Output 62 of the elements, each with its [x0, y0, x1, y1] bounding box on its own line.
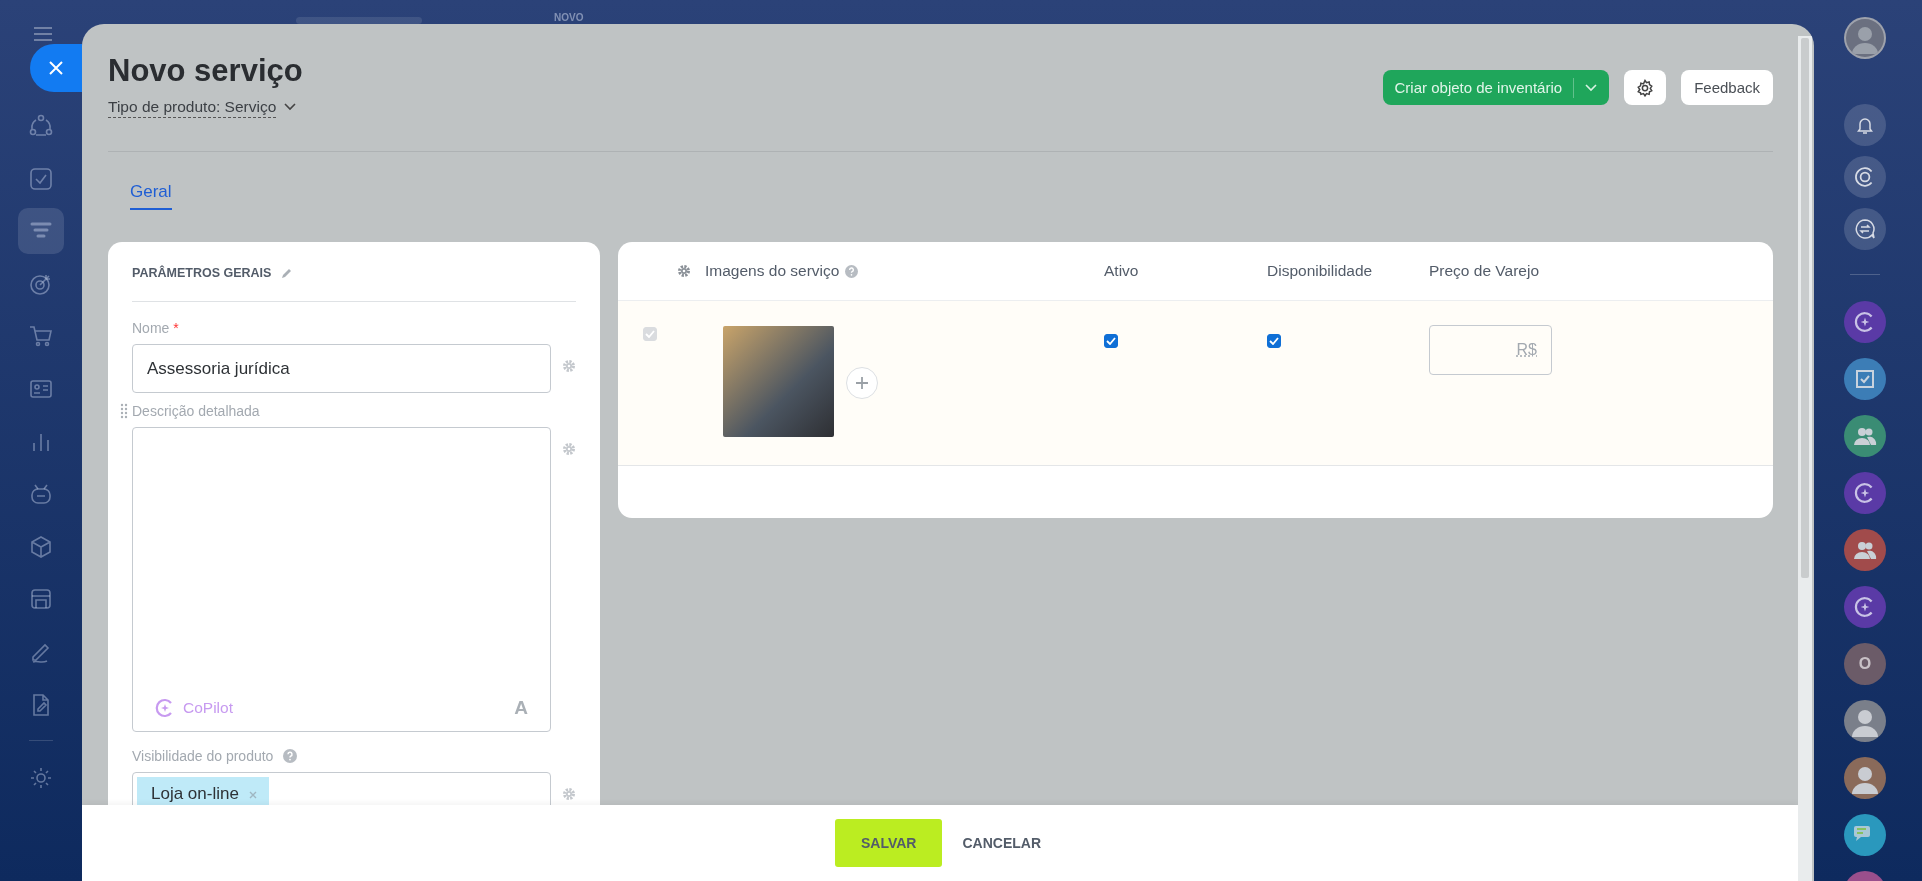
column-header: Ativo: [1104, 262, 1139, 280]
chat-avatar[interactable]: [1844, 358, 1886, 400]
field-label: Visibilidade do produto: [132, 748, 274, 764]
settings-icon[interactable]: [677, 264, 691, 278]
bell-icon: [1855, 115, 1875, 135]
box-icon: [28, 533, 54, 560]
remove-icon[interactable]: [248, 791, 257, 799]
settings-icon: [1636, 78, 1655, 97]
notifications-button[interactable]: [1844, 104, 1886, 146]
close-icon: [49, 61, 63, 75]
scrollbar[interactable]: [1801, 38, 1809, 578]
text-format-button[interactable]: A: [514, 697, 528, 719]
chat-avatar[interactable]: [1844, 301, 1886, 343]
field-label: Descrição detalhada: [132, 403, 260, 419]
column-header: Imagens do serviço: [705, 262, 840, 280]
product-type-dropdown[interactable]: Tipo de produto: Serviço: [108, 97, 277, 118]
settings-icon[interactable]: [562, 359, 576, 373]
user-avatar[interactable]: [1844, 17, 1886, 59]
chat-avatar[interactable]: O: [1844, 643, 1886, 685]
copilot-icon: [155, 698, 175, 718]
chat-avatar[interactable]: [1844, 529, 1886, 571]
save-button[interactable]: SALVAR: [834, 819, 943, 867]
field-label: Nome: [132, 320, 170, 336]
drag-handle-icon[interactable]: [120, 403, 128, 419]
page-title: Novo serviço: [108, 52, 303, 90]
chat-avatar[interactable]: [1844, 586, 1886, 628]
help-icon[interactable]: [283, 749, 298, 763]
required-mark: *: [173, 320, 179, 336]
pencil-icon[interactable]: [281, 266, 294, 279]
chat-avatar[interactable]: [1844, 814, 1886, 856]
chat-avatar[interactable]: [1844, 415, 1886, 457]
close-button[interactable]: [30, 44, 82, 92]
create-inventory-button[interactable]: Criar objeto de inventário: [1382, 70, 1610, 105]
settings-icon[interactable]: [562, 787, 576, 801]
contact-avatar[interactable]: [1844, 757, 1886, 799]
new-label: NOVO: [554, 12, 584, 23]
section-title: PARÂMETROS GERAIS: [132, 265, 272, 280]
help-icon[interactable]: [845, 264, 859, 278]
tasks-icon: [28, 165, 54, 192]
column-header: Disponibilidade: [1267, 262, 1373, 280]
copilot-button[interactable]: [1844, 156, 1886, 198]
cancel-button[interactable]: CANCELAR: [958, 835, 1045, 851]
feedback-button[interactable]: Feedback: [1681, 70, 1773, 105]
flow-icon: [28, 113, 54, 139]
column-header: Preço de Varejo: [1429, 262, 1539, 280]
chat-button[interactable]: [1844, 208, 1886, 250]
name-field[interactable]: Assessoria jurídica: [132, 344, 551, 393]
description-field[interactable]: CoPilot A: [132, 427, 551, 732]
chevron-down-icon: [1585, 83, 1598, 92]
contact-avatar[interactable]: [1844, 700, 1886, 742]
nav-item[interactable]: [18, 208, 64, 255]
plus-icon: [855, 376, 869, 390]
swap-chat-icon: [1854, 218, 1876, 240]
tag: Loja on-line: [137, 777, 269, 805]
chevron-down-icon: [284, 103, 297, 111]
settings-icon[interactable]: [562, 442, 576, 456]
add-image-button[interactable]: [846, 367, 878, 399]
copilot-button[interactable]: CoPilot: [155, 698, 233, 718]
settings-button[interactable]: [1624, 70, 1667, 105]
tab[interactable]: Geral: [130, 182, 172, 210]
menu-icon[interactable]: [33, 26, 53, 42]
chat-avatar[interactable]: [1844, 472, 1886, 514]
